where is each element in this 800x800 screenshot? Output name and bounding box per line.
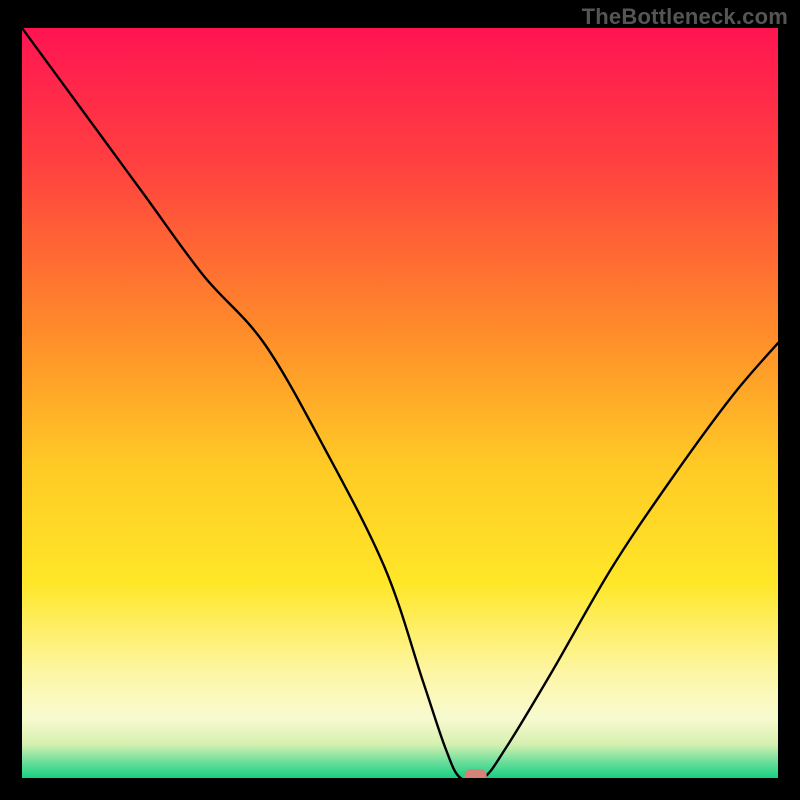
gradient-background (22, 28, 778, 778)
plot-area (22, 28, 778, 778)
chart-container: TheBottleneck.com (0, 0, 800, 800)
minimum-marker (465, 769, 487, 778)
watermark-text: TheBottleneck.com (582, 4, 788, 30)
chart-svg (22, 28, 778, 778)
